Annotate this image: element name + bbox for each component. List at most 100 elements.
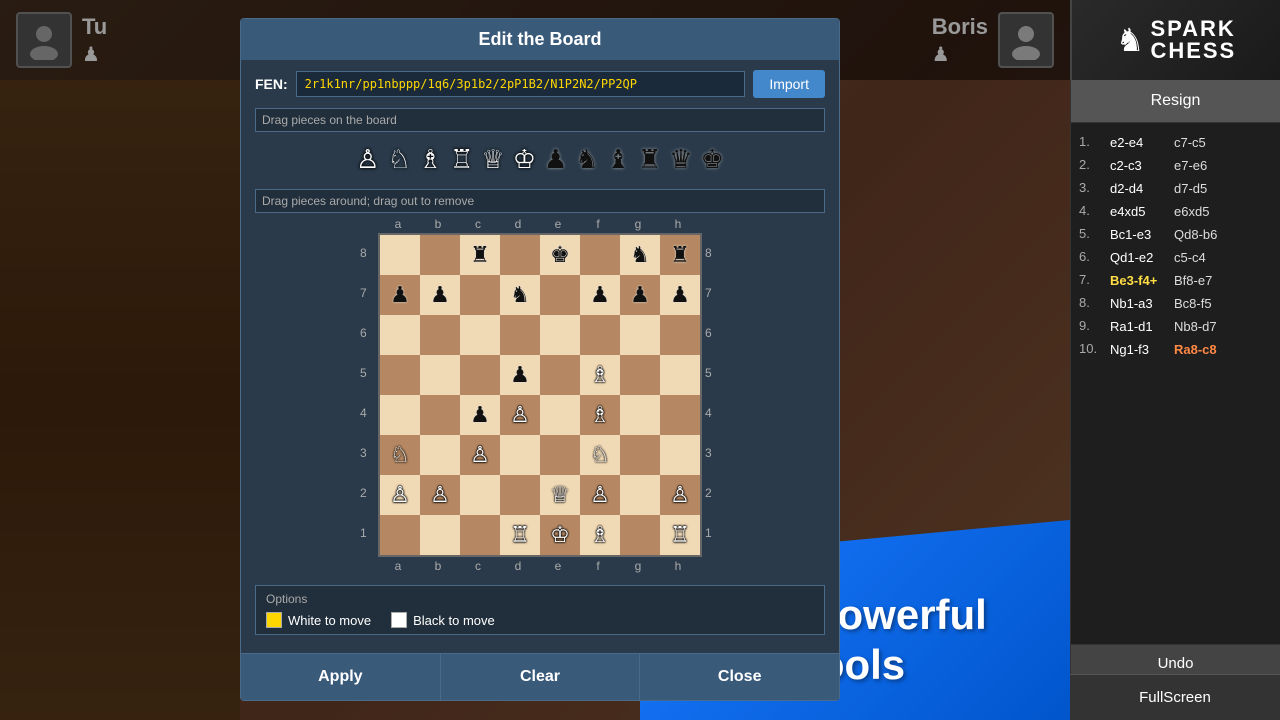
board-cell[interactable]: ♙ (420, 475, 460, 515)
board-cell[interactable]: ♜ (460, 235, 500, 275)
white-knight-piece[interactable]: ♘ (387, 144, 410, 175)
white-queen-piece[interactable]: ♕ (481, 144, 504, 175)
board-cell[interactable]: ♗ (580, 355, 620, 395)
board-cell[interactable]: ♙ (380, 475, 420, 515)
board-cell[interactable]: ♟ (660, 275, 700, 315)
board-cell[interactable]: ♟ (380, 275, 420, 315)
board-cell[interactable] (580, 315, 620, 355)
board-cell[interactable] (540, 435, 580, 475)
board-cell[interactable] (620, 395, 660, 435)
move-white[interactable]: d2-d4 (1107, 180, 1167, 197)
board-cell[interactable]: ♗ (580, 515, 620, 555)
board-cell[interactable] (460, 355, 500, 395)
board-cell[interactable] (420, 435, 460, 475)
board-cell[interactable] (500, 235, 540, 275)
board-cell[interactable] (620, 435, 660, 475)
board-cell[interactable]: ♚ (540, 235, 580, 275)
move-white[interactable]: Nb1-a3 (1107, 295, 1167, 312)
board-cell[interactable]: ♞ (500, 275, 540, 315)
clear-button[interactable]: Clear (441, 654, 641, 700)
move-black[interactable]: Ra8-c8 (1171, 341, 1231, 358)
board-cell[interactable] (460, 515, 500, 555)
black-queen-piece[interactable]: ♛ (669, 144, 692, 175)
board-cell[interactable] (500, 475, 540, 515)
import-button[interactable]: Import (753, 70, 825, 98)
fullscreen-button[interactable]: FullScreen (1070, 674, 1280, 720)
move-white[interactable]: e4xd5 (1107, 203, 1167, 220)
black-rook-piece[interactable]: ♜ (638, 144, 661, 175)
board-cell[interactable] (420, 315, 460, 355)
board-cell[interactable] (620, 355, 660, 395)
board-cell[interactable] (580, 235, 620, 275)
board-cell[interactable]: ♞ (620, 235, 660, 275)
board-cell[interactable]: ♕ (540, 475, 580, 515)
board-cell[interactable] (460, 275, 500, 315)
move-black[interactable]: Bf8-e7 (1171, 272, 1231, 289)
board-cell[interactable]: ♔ (540, 515, 580, 555)
board-cell[interactable]: ♟ (500, 355, 540, 395)
white-rook-piece[interactable]: ♖ (450, 144, 473, 175)
move-white[interactable]: c2-c3 (1107, 157, 1167, 174)
board-cell[interactable]: ♟ (580, 275, 620, 315)
board-cell[interactable] (500, 435, 540, 475)
move-white[interactable]: Be3-f4+ (1107, 272, 1167, 289)
board-cell[interactable] (660, 355, 700, 395)
board-cell[interactable] (540, 355, 580, 395)
white-pawn-piece[interactable]: ♙ (356, 144, 379, 175)
black-to-move-checkbox[interactable] (391, 612, 407, 628)
board-cell[interactable] (660, 435, 700, 475)
move-white[interactable]: Ra1-d1 (1107, 318, 1167, 335)
board-cell[interactable]: ♙ (460, 435, 500, 475)
apply-button[interactable]: Apply (241, 654, 441, 700)
black-king-piece[interactable]: ♚ (701, 144, 724, 175)
move-black[interactable]: Qd8-b6 (1171, 226, 1231, 243)
board-cell[interactable]: ♙ (660, 475, 700, 515)
board-cell[interactable] (380, 355, 420, 395)
board-cell[interactable] (460, 475, 500, 515)
move-white[interactable]: Ng1-f3 (1107, 341, 1167, 358)
board-cell[interactable]: ♘ (580, 435, 620, 475)
black-bishop-piece[interactable]: ♝ (607, 144, 630, 175)
white-king-piece[interactable]: ♔ (513, 144, 536, 175)
board-cell[interactable]: ♙ (500, 395, 540, 435)
board-cell[interactable] (380, 515, 420, 555)
board-cell[interactable]: ♖ (660, 515, 700, 555)
move-black[interactable]: e6xd5 (1171, 203, 1231, 220)
board-cell[interactable] (420, 515, 460, 555)
board-cell[interactable] (620, 475, 660, 515)
board-cell[interactable] (540, 315, 580, 355)
board-cell[interactable] (380, 315, 420, 355)
resign-button[interactable]: Resign (1071, 80, 1280, 123)
chess-board[interactable]: ♜♚♞♜♟♟♞♟♟♟♟♗♟♙♗♘♙♘♙♙♕♙♙♖♔♗♖ (378, 233, 702, 557)
board-cell[interactable] (380, 235, 420, 275)
black-knight-piece[interactable]: ♞ (575, 144, 598, 175)
fen-input[interactable] (296, 71, 746, 97)
board-cell[interactable] (660, 395, 700, 435)
board-cell[interactable] (620, 515, 660, 555)
board-cell[interactable]: ♙ (580, 475, 620, 515)
move-white[interactable]: Qd1-e2 (1107, 249, 1167, 266)
board-cell[interactable] (620, 315, 660, 355)
board-cell[interactable] (420, 355, 460, 395)
board-cell[interactable]: ♘ (380, 435, 420, 475)
move-black[interactable]: e7-e6 (1171, 157, 1231, 174)
move-white[interactable]: e2-e4 (1107, 134, 1167, 151)
board-cell[interactable] (540, 395, 580, 435)
move-white[interactable]: Bc1-e3 (1107, 226, 1167, 243)
board-cell[interactable]: ♖ (500, 515, 540, 555)
white-to-move-checkbox[interactable] (266, 612, 282, 628)
move-black[interactable]: Nb8-d7 (1171, 318, 1231, 335)
board-cell[interactable] (420, 235, 460, 275)
white-bishop-piece[interactable]: ♗ (419, 144, 442, 175)
board-cell[interactable]: ♟ (460, 395, 500, 435)
board-cell[interactable]: ♗ (580, 395, 620, 435)
black-pawn-piece[interactable]: ♟ (544, 144, 567, 175)
board-cell[interactable] (460, 315, 500, 355)
board-cell[interactable] (420, 395, 460, 435)
move-black[interactable]: c7-c5 (1171, 134, 1231, 151)
board-cell[interactable] (540, 275, 580, 315)
board-cell[interactable] (500, 315, 540, 355)
board-cell[interactable]: ♟ (420, 275, 460, 315)
board-cell[interactable] (380, 395, 420, 435)
board-cell[interactable]: ♜ (660, 235, 700, 275)
